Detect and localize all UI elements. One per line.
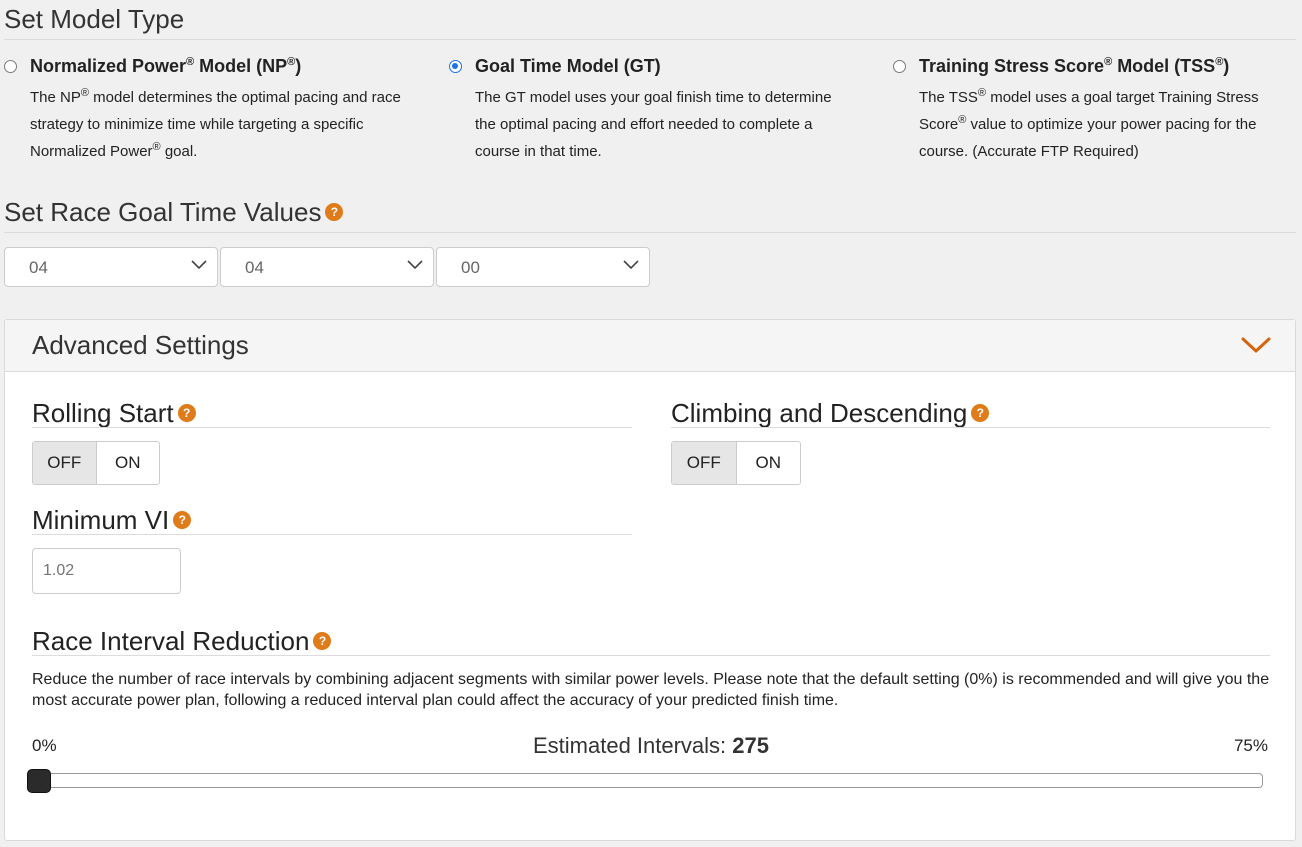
interval-reduction-description: Reduce the number of race intervals by c… <box>32 671 1270 709</box>
divider <box>32 534 632 535</box>
interval-slider-track[interactable] <box>32 773 1263 788</box>
divider <box>4 39 1296 40</box>
hours-value: 04 <box>29 258 48 277</box>
model-option-tss[interactable]: Training Stress Score® Model (TSS®) The … <box>893 56 1298 166</box>
help-icon[interactable]: ? <box>177 404 196 423</box>
estimated-intervals-value: 275 <box>732 733 770 758</box>
rolling-start-toggle[interactable]: OFF ON <box>32 441 160 485</box>
rolling-start-title: Rolling Start? <box>32 398 196 429</box>
climbing-title: Climbing and Descending? <box>671 398 990 429</box>
slider-min-label: 0% <box>32 736 57 755</box>
climbing-toggle[interactable]: OFF ON <box>671 441 801 485</box>
minutes-value: 04 <box>245 258 264 277</box>
rolling-start-off-button[interactable]: OFF <box>33 442 97 484</box>
hours-select[interactable]: 04 <box>4 247 218 287</box>
chevron-down-icon <box>407 260 423 270</box>
help-icon[interactable]: ? <box>325 203 344 222</box>
radio-tss[interactable] <box>893 60 906 73</box>
radio-gt[interactable] <box>449 60 462 73</box>
radio-np[interactable] <box>4 60 17 73</box>
model-title-gt: Goal Time Model (GT) <box>475 56 661 76</box>
seconds-select[interactable]: 00 <box>436 247 650 287</box>
advanced-settings-panel: Advanced Settings Rolling Start? OFF ON … <box>4 319 1296 841</box>
interval-reduction-title: Race Interval Reduction? <box>32 626 332 657</box>
model-desc-tss: The TSS® model uses a goal target Traini… <box>919 87 1259 161</box>
goal-time-title: Set Race Goal Time Values? <box>4 197 344 228</box>
divider <box>671 427 1270 428</box>
seconds-value: 00 <box>461 258 480 277</box>
chevron-down-icon <box>623 260 639 270</box>
model-title-tss: Training Stress Score® Model (TSS®) <box>919 56 1230 76</box>
min-vi-input[interactable] <box>32 548 181 594</box>
divider <box>32 655 1270 656</box>
model-option-np[interactable]: Normalized Power® Model (NP®) The NP® mo… <box>4 56 424 166</box>
help-icon[interactable]: ? <box>313 632 332 651</box>
advanced-settings-title: Advanced Settings <box>32 330 249 360</box>
help-icon[interactable]: ? <box>971 404 990 423</box>
min-vi-title: Minimum VI? <box>32 505 192 536</box>
model-section-title: Set Model Type <box>4 4 185 34</box>
minutes-select[interactable]: 04 <box>220 247 434 287</box>
help-icon[interactable]: ? <box>173 511 192 530</box>
divider <box>32 427 632 428</box>
model-title-np: Normalized Power® Model (NP®) <box>30 56 302 76</box>
estimated-intervals: Estimated Intervals: 275 <box>532 733 770 758</box>
chevron-down-icon <box>191 260 207 270</box>
interval-slider-handle[interactable] <box>27 769 51 793</box>
divider <box>4 232 1296 233</box>
advanced-settings-header[interactable]: Advanced Settings <box>5 320 1295 372</box>
climbing-on-button[interactable]: ON <box>737 442 801 484</box>
climbing-off-button[interactable]: OFF <box>672 442 737 484</box>
chevron-down-icon[interactable] <box>1241 336 1271 354</box>
rolling-start-on-button[interactable]: ON <box>97 442 160 484</box>
model-option-gt[interactable]: Goal Time Model (GT) The GT model uses y… <box>449 56 869 166</box>
slider-max-label: 75% <box>1233 736 1268 755</box>
model-desc-gt: The GT model uses your goal finish time … <box>475 89 832 160</box>
model-desc-np: The NP® model determines the optimal pac… <box>30 87 401 161</box>
